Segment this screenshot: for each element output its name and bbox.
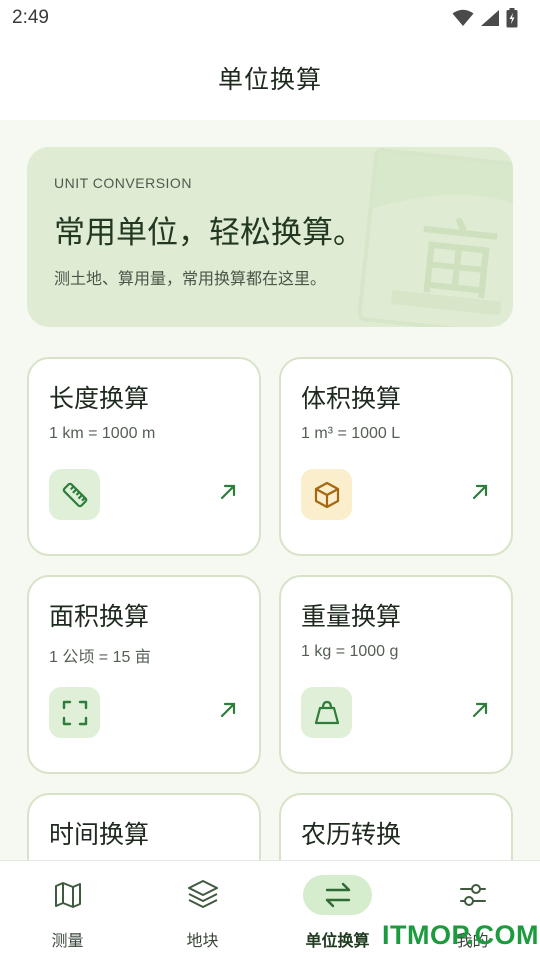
nav-item-plots[interactable]: 地块 — [135, 861, 270, 960]
hero-banner: 亩 UNIT CONVERSION 常用单位，轻松换算。 测土地、算用量，常用换… — [27, 147, 513, 327]
map-icon — [54, 882, 81, 908]
card-icon-badge — [301, 469, 352, 520]
status-time: 2:49 — [12, 7, 49, 28]
card-length-conversion[interactable]: 长度换算 1 km = 1000 m — [27, 357, 261, 556]
nav-icon-wrap — [303, 875, 372, 915]
nav-label: 地块 — [186, 931, 219, 950]
hero-eyebrow: UNIT CONVERSION — [54, 175, 192, 191]
page-title: 单位换算 — [217, 65, 322, 94]
card-area-conversion[interactable]: 面积换算 1 公顷 = 15 亩 — [27, 575, 261, 774]
status-icons — [452, 8, 518, 28]
signal-icon — [481, 10, 499, 26]
hero-title: 常用单位，轻松换算。 — [54, 215, 364, 251]
wifi-icon — [452, 9, 474, 26]
nav-icon-wrap — [33, 875, 102, 915]
card-volume-conversion[interactable]: 体积换算 1 m³ = 1000 L — [279, 357, 513, 556]
card-formula: 1 kg = 1000 g — [301, 643, 399, 660]
weight-icon — [314, 700, 339, 724]
card-title: 农历转换 — [301, 820, 402, 849]
card-icon-badge — [301, 687, 352, 738]
nav-item-measure[interactable]: 测量 — [0, 861, 135, 960]
arrow-up-right-icon — [472, 702, 488, 718]
hero-subtitle: 测土地、算用量，常用换算都在这里。 — [54, 269, 327, 288]
mu-land-watermark-icon: 亩 — [357, 148, 513, 327]
arrow-up-right-icon — [220, 702, 236, 718]
card-title: 长度换算 — [49, 384, 150, 413]
settings-sliders-icon — [459, 884, 486, 906]
card-title: 重量换算 — [301, 602, 402, 631]
arrow-up-right-icon — [220, 484, 236, 500]
card-title: 体积换算 — [301, 384, 402, 413]
app-bar: 单位换算 — [0, 36, 540, 120]
card-formula: 1 km = 1000 m — [49, 425, 156, 442]
area-frame-icon — [62, 700, 87, 725]
ruler-icon — [62, 482, 87, 507]
card-icon-badge — [49, 469, 100, 520]
card-weight-conversion[interactable]: 重量换算 1 kg = 1000 g — [279, 575, 513, 774]
nav-icon-wrap — [438, 875, 507, 915]
nav-label: 测量 — [51, 931, 84, 950]
site-watermark: ITMOP.COM — [382, 920, 540, 950]
card-title: 时间换算 — [49, 820, 150, 849]
card-title: 面积换算 — [49, 602, 150, 631]
swap-icon — [325, 882, 350, 908]
card-formula: 1 公顷 = 15 亩 — [49, 649, 151, 666]
card-icon-badge — [49, 687, 100, 738]
nav-icon-wrap — [168, 875, 237, 915]
status-bar: 2:49 — [0, 0, 540, 36]
arrow-up-right-icon — [472, 484, 488, 500]
cube-icon — [314, 481, 339, 508]
battery-charging-icon — [506, 8, 518, 28]
card-formula: 1 m³ = 1000 L — [301, 425, 401, 442]
layers-icon — [187, 880, 218, 908]
